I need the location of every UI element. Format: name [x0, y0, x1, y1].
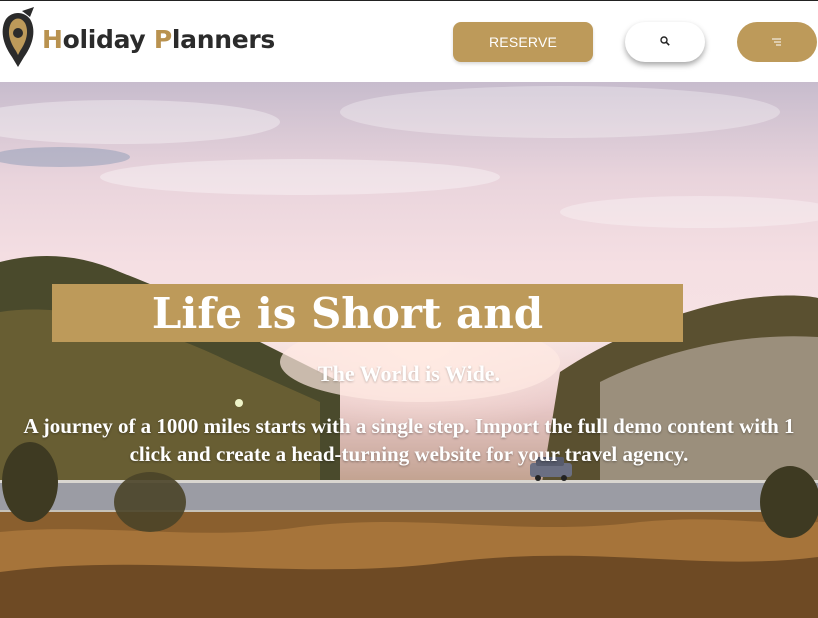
menu-icon	[772, 33, 782, 51]
search-icon	[660, 33, 670, 51]
logo-letter-p: P	[153, 24, 172, 54]
site-header: Holiday Planners RESERVE	[0, 0, 818, 82]
logo-letter-h: H	[42, 24, 63, 54]
reserve-button[interactable]: RESERVE	[453, 22, 593, 62]
search-button[interactable]	[625, 22, 705, 62]
logo[interactable]: Holiday Planners	[0, 7, 275, 71]
hero-background-image	[0, 86, 818, 618]
hero-banner: Life is Short and The World is Wide. A j…	[0, 82, 818, 618]
hero-headline: Life is Short and	[151, 289, 544, 338]
hero-subheadline: The World is Wide.	[317, 361, 501, 386]
logo-word-1: oliday	[62, 24, 154, 54]
logo-text: Holiday Planners	[42, 25, 275, 54]
hero-description: A journey of a 1000 miles starts with a …	[23, 414, 795, 466]
logo-word-2: lanners	[171, 24, 275, 54]
map-pin-icon	[0, 7, 40, 71]
menu-button[interactable]	[737, 22, 817, 62]
